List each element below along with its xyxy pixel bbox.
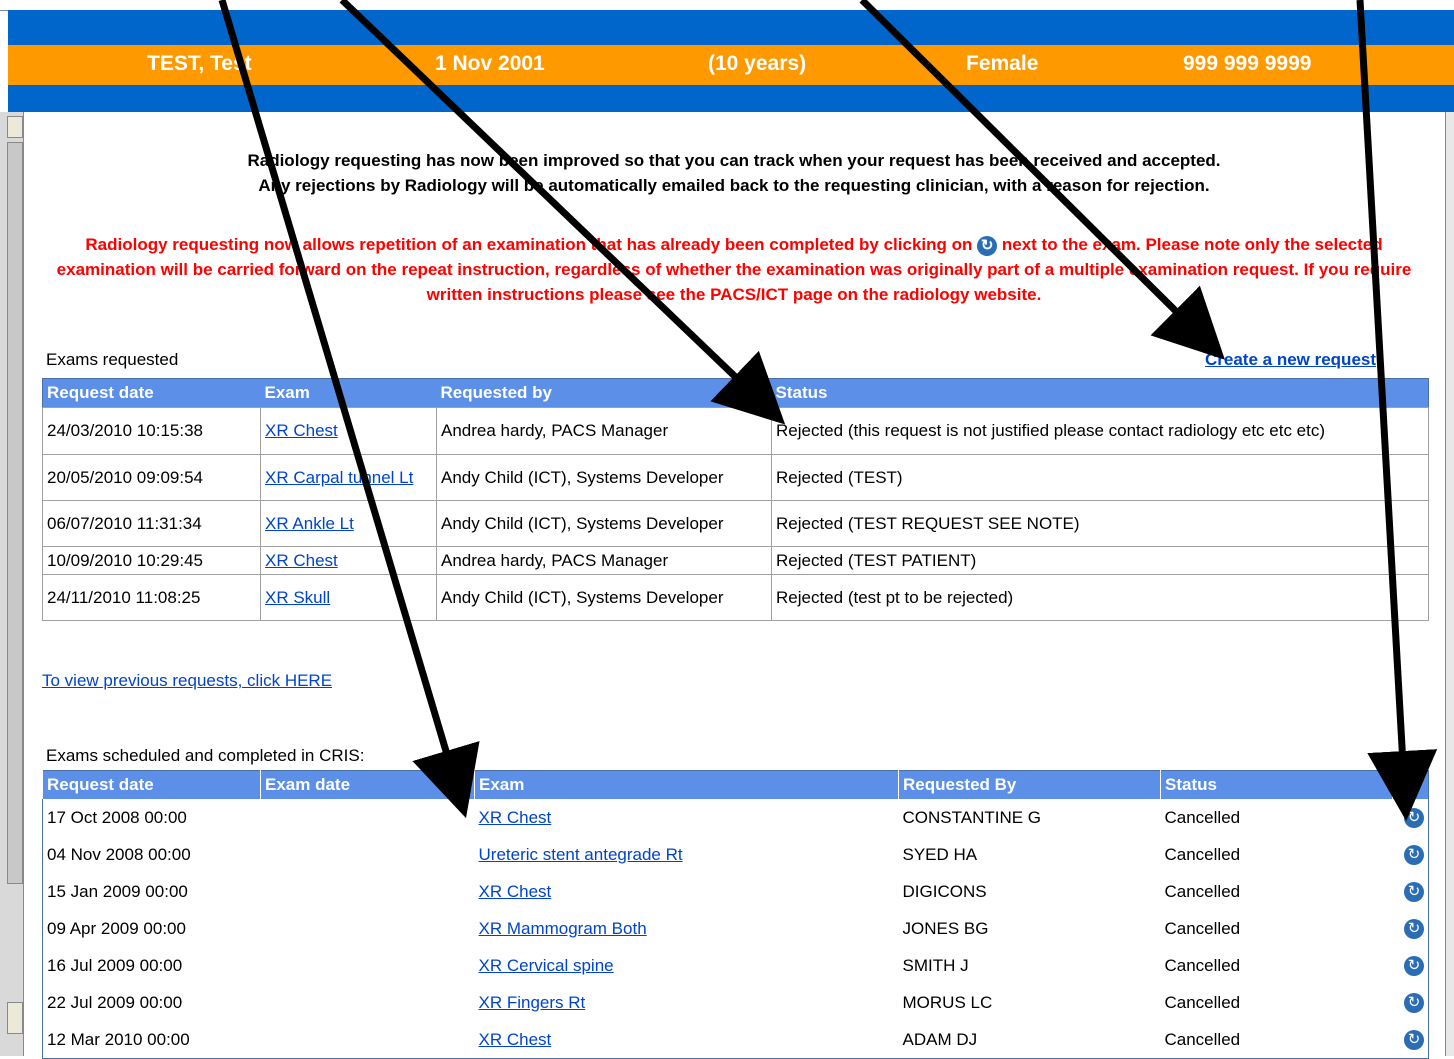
arrow-to-exam-column (218, 0, 480, 819)
arrow-to-status-column (339, 0, 786, 425)
arrow-to-create-request (859, 0, 1225, 360)
arrow-to-repeat-icon (1356, 0, 1438, 821)
annotation-arrows (218, 0, 1438, 821)
